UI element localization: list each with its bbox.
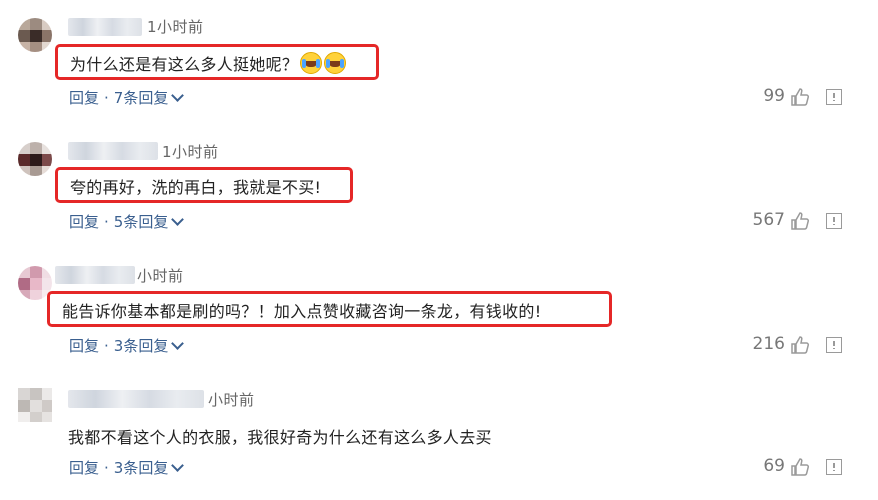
- separator-dot: ·: [104, 88, 109, 107]
- view-replies-button[interactable]: 3条回复: [114, 335, 169, 356]
- comment-text: 夸的再好，洗的再白，我就是不买!: [70, 178, 322, 197]
- report-icon[interactable]: [826, 89, 842, 105]
- username-blurred[interactable]: [55, 266, 135, 284]
- comment-time: 1小时前: [162, 143, 219, 161]
- thumbs-up-icon[interactable]: [790, 457, 810, 477]
- comment-text: 我都不看这个人的衣服，我很好奇为什么还有这么多人去买: [68, 428, 492, 447]
- separator-dot: ·: [104, 212, 109, 231]
- chevron-down-icon[interactable]: [171, 336, 185, 350]
- reply-button[interactable]: 回复: [69, 457, 99, 478]
- view-replies-button[interactable]: 7条回复: [114, 87, 169, 108]
- chevron-down-icon[interactable]: [171, 212, 185, 226]
- chevron-down-icon[interactable]: [171, 458, 185, 472]
- thumbs-up-icon[interactable]: [790, 335, 810, 355]
- report-icon[interactable]: [826, 213, 842, 229]
- view-replies-button[interactable]: 3条回复: [114, 457, 169, 478]
- comment-text-highlighted: 为什么还是有这么多人挺她呢？: [55, 44, 379, 80]
- reply-button[interactable]: 回复: [69, 87, 99, 108]
- comment-time: 小时前: [208, 391, 255, 409]
- crying-laughing-emoji-icon: [324, 52, 347, 74]
- separator-dot: ·: [104, 336, 109, 355]
- separator-dot: ·: [104, 458, 109, 477]
- reply-button[interactable]: 回复: [69, 335, 99, 356]
- chevron-down-icon[interactable]: [171, 88, 185, 102]
- like-count: 69: [763, 456, 785, 476]
- comment-item: 1小时前 夸的再好，洗的再白，我就是不买! 回复 · 5条回复 567: [0, 124, 878, 248]
- comment-item: 小时前 能告诉你基本都是刷的吗？！加入点赞收藏咨询一条龙，有钱收的! 回复 · …: [0, 248, 878, 372]
- comment-item: 1小时前 为什么还是有这么多人挺她呢？ 回复 · 7条回复 99: [0, 0, 878, 124]
- like-count: 216: [752, 334, 785, 354]
- username-blurred[interactable]: [68, 390, 204, 408]
- comment-time: 1小时前: [147, 18, 204, 36]
- avatar[interactable]: [18, 142, 52, 176]
- reply-button[interactable]: 回复: [69, 211, 99, 232]
- avatar[interactable]: [18, 18, 52, 52]
- comment-text: 为什么还是有这么多人挺她呢？: [70, 55, 299, 74]
- comment-item: 小时前 我都不看这个人的衣服，我很好奇为什么还有这么多人去买 回复 · 3条回复…: [0, 372, 878, 500]
- like-count: 99: [763, 86, 785, 106]
- username-blurred[interactable]: [68, 18, 142, 36]
- report-icon[interactable]: [826, 337, 842, 353]
- avatar[interactable]: [18, 388, 52, 422]
- username-blurred[interactable]: [68, 142, 158, 160]
- crying-laughing-emoji-icon: [300, 52, 323, 74]
- comment-text-highlighted: 夸的再好，洗的再白，我就是不买!: [55, 167, 353, 203]
- thumbs-up-icon[interactable]: [790, 87, 810, 107]
- comment-text: 能告诉你基本都是刷的吗？！加入点赞收藏咨询一条龙，有钱收的!: [62, 302, 542, 321]
- comment-time: 小时前: [137, 267, 184, 285]
- like-count: 567: [752, 210, 785, 230]
- view-replies-button[interactable]: 5条回复: [114, 211, 169, 232]
- thumbs-up-icon[interactable]: [790, 211, 810, 231]
- report-icon[interactable]: [826, 459, 842, 475]
- comment-text-highlighted: 能告诉你基本都是刷的吗？！加入点赞收藏咨询一条龙，有钱收的!: [47, 291, 612, 327]
